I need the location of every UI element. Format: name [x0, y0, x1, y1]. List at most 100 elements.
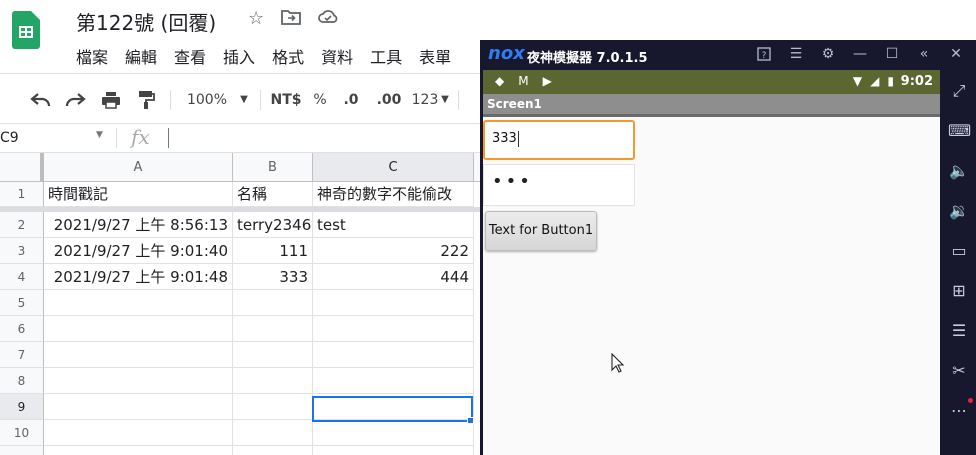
menu-data[interactable]: 資料 [321, 44, 353, 68]
empty-cell[interactable] [44, 342, 233, 368]
name-box-dropdown-icon[interactable]: ▼ [96, 130, 103, 140]
spreadsheet-grid[interactable]: A B C 1 2 3 4 5 6 7 8 9 10 時間戳記 名稱 神奇的數字… [0, 153, 480, 455]
menu-icon[interactable]: ☰ [786, 44, 806, 64]
cell-c1[interactable]: 神奇的數字不能偷改 [313, 182, 474, 207]
nox-title-bar[interactable]: nox 夜神模擬器 7.0.1.5 ? ☰ ⚙ — ☐ « ✕ [480, 40, 976, 70]
cloud-status-icon[interactable] [318, 8, 338, 31]
keyboard-icon[interactable]: ⌨ [948, 120, 971, 142]
sheets-logo-icon[interactable] [12, 11, 40, 49]
empty-cell[interactable] [44, 316, 233, 342]
fullscreen-icon[interactable]: ⤢ [948, 80, 970, 102]
row-header[interactable] [0, 446, 44, 455]
empty-cell[interactable] [313, 342, 474, 368]
row-header[interactable]: 9 [0, 394, 44, 420]
undo-icon[interactable] [28, 86, 54, 114]
empty-cell[interactable] [44, 420, 233, 446]
screen-icon[interactable]: ▭ [948, 240, 970, 262]
volume-down-icon[interactable]: 🔉 [948, 200, 970, 222]
scissors-icon[interactable]: ✂ [948, 360, 970, 382]
menu-tools[interactable]: 工具 [370, 44, 402, 68]
more-formats-button[interactable]: 123 [410, 86, 440, 114]
button1[interactable]: Text for Button1 [485, 211, 597, 251]
empty-cell[interactable] [44, 446, 233, 455]
column-header-c[interactable]: C [313, 153, 474, 182]
add-apk-icon[interactable]: ⊞ [948, 280, 970, 302]
move-folder-icon[interactable] [281, 8, 302, 31]
help-icon[interactable]: ? [754, 44, 774, 64]
cell-b3[interactable]: 111 [233, 238, 313, 264]
selected-cell-border [312, 396, 473, 422]
formula-input[interactable] [168, 128, 169, 148]
cell-b4[interactable]: 333 [233, 264, 313, 290]
empty-cell[interactable] [44, 368, 233, 394]
currency-format-button[interactable]: NT$ [267, 86, 305, 114]
row-header[interactable]: 4 [0, 264, 44, 290]
empty-cell[interactable] [233, 316, 313, 342]
row-header[interactable]: 2 [0, 212, 44, 238]
minimize-icon[interactable]: — [850, 44, 870, 64]
percent-format-button[interactable]: % [310, 86, 330, 114]
row-header[interactable]: 8 [0, 368, 44, 394]
multi-instance-icon[interactable]: ☰ [948, 320, 970, 342]
cell-a4[interactable]: 2021/9/27 上午 9:01:48 [44, 264, 233, 290]
settings-gear-icon[interactable]: ⚙ [818, 44, 838, 64]
maximize-icon[interactable]: ☐ [882, 44, 902, 64]
notification-dot [968, 398, 973, 403]
redo-icon[interactable] [62, 86, 88, 114]
cell-c2[interactable]: test [313, 212, 474, 238]
menu-file[interactable]: 檔案 [76, 44, 108, 68]
android-screen[interactable]: ◆ M ▶ ▼ ◢ ▮ 9:02 Screen1 333 ••• Text fo… [483, 70, 940, 455]
row-header[interactable]: 5 [0, 290, 44, 316]
zoom-dropdown-icon[interactable]: ▼ [236, 86, 252, 114]
password-textbox[interactable]: ••• [483, 164, 635, 206]
empty-cell[interactable] [233, 420, 313, 446]
paint-format-icon[interactable] [133, 86, 159, 114]
cell-a1[interactable]: 時間戳記 [44, 182, 233, 207]
row-header[interactable]: 7 [0, 342, 44, 368]
row-header[interactable]: 1 [0, 182, 44, 207]
empty-cell[interactable] [233, 446, 313, 455]
print-icon[interactable] [98, 86, 124, 114]
fill-handle[interactable] [467, 417, 474, 424]
cell-b2[interactable]: terry2346 [233, 212, 313, 238]
textbox1[interactable]: 333 [483, 120, 635, 160]
close-icon[interactable]: ✕ [946, 44, 966, 64]
row-header[interactable]: 6 [0, 316, 44, 342]
row-header[interactable]: 10 [0, 420, 44, 446]
empty-cell[interactable] [44, 290, 233, 316]
menu-edit[interactable]: 編輯 [125, 44, 157, 68]
column-header-a[interactable]: A [44, 153, 233, 182]
empty-cell[interactable] [313, 316, 474, 342]
menu-format[interactable]: 格式 [272, 44, 304, 68]
menu-form[interactable]: 表單 [419, 44, 451, 68]
cell-a3[interactable]: 2021/9/27 上午 9:01:40 [44, 238, 233, 264]
empty-cell[interactable] [233, 368, 313, 394]
decrease-decimal-button[interactable]: .0 [338, 86, 364, 114]
cell-b1[interactable]: 名稱 [233, 182, 313, 207]
empty-cell[interactable] [233, 394, 313, 420]
star-icon[interactable]: ☆ [248, 8, 264, 31]
document-title[interactable]: 第122號 (回覆) [76, 7, 216, 36]
zoom-select[interactable]: 100% [183, 86, 231, 114]
row-header[interactable]: 3 [0, 238, 44, 264]
cell-a2[interactable]: 2021/9/27 上午 8:56:13 [44, 212, 233, 238]
menu-insert[interactable]: 插入 [223, 44, 255, 68]
empty-cell[interactable] [233, 342, 313, 368]
empty-cell[interactable] [44, 394, 233, 420]
collapse-sidebar-icon[interactable]: « [914, 44, 934, 64]
empty-cell[interactable] [313, 446, 474, 455]
increase-decimal-button[interactable]: .00 [374, 86, 404, 114]
cell-c4[interactable]: 444 [313, 264, 474, 290]
empty-cell[interactable] [313, 290, 474, 316]
empty-cell[interactable] [233, 290, 313, 316]
more-formats-dropdown-icon[interactable]: ▼ [439, 86, 451, 114]
column-header-b[interactable]: B [233, 153, 313, 182]
volume-up-icon[interactable]: 🔈 [948, 160, 970, 182]
name-box[interactable]: C9 [0, 130, 19, 146]
select-all-corner[interactable] [0, 153, 44, 182]
menu-view[interactable]: 查看 [174, 44, 206, 68]
empty-cell[interactable] [313, 368, 474, 394]
more-icon[interactable]: ⋯ [948, 400, 970, 422]
cell-c3[interactable]: 222 [313, 238, 474, 264]
empty-cell[interactable] [313, 420, 474, 446]
